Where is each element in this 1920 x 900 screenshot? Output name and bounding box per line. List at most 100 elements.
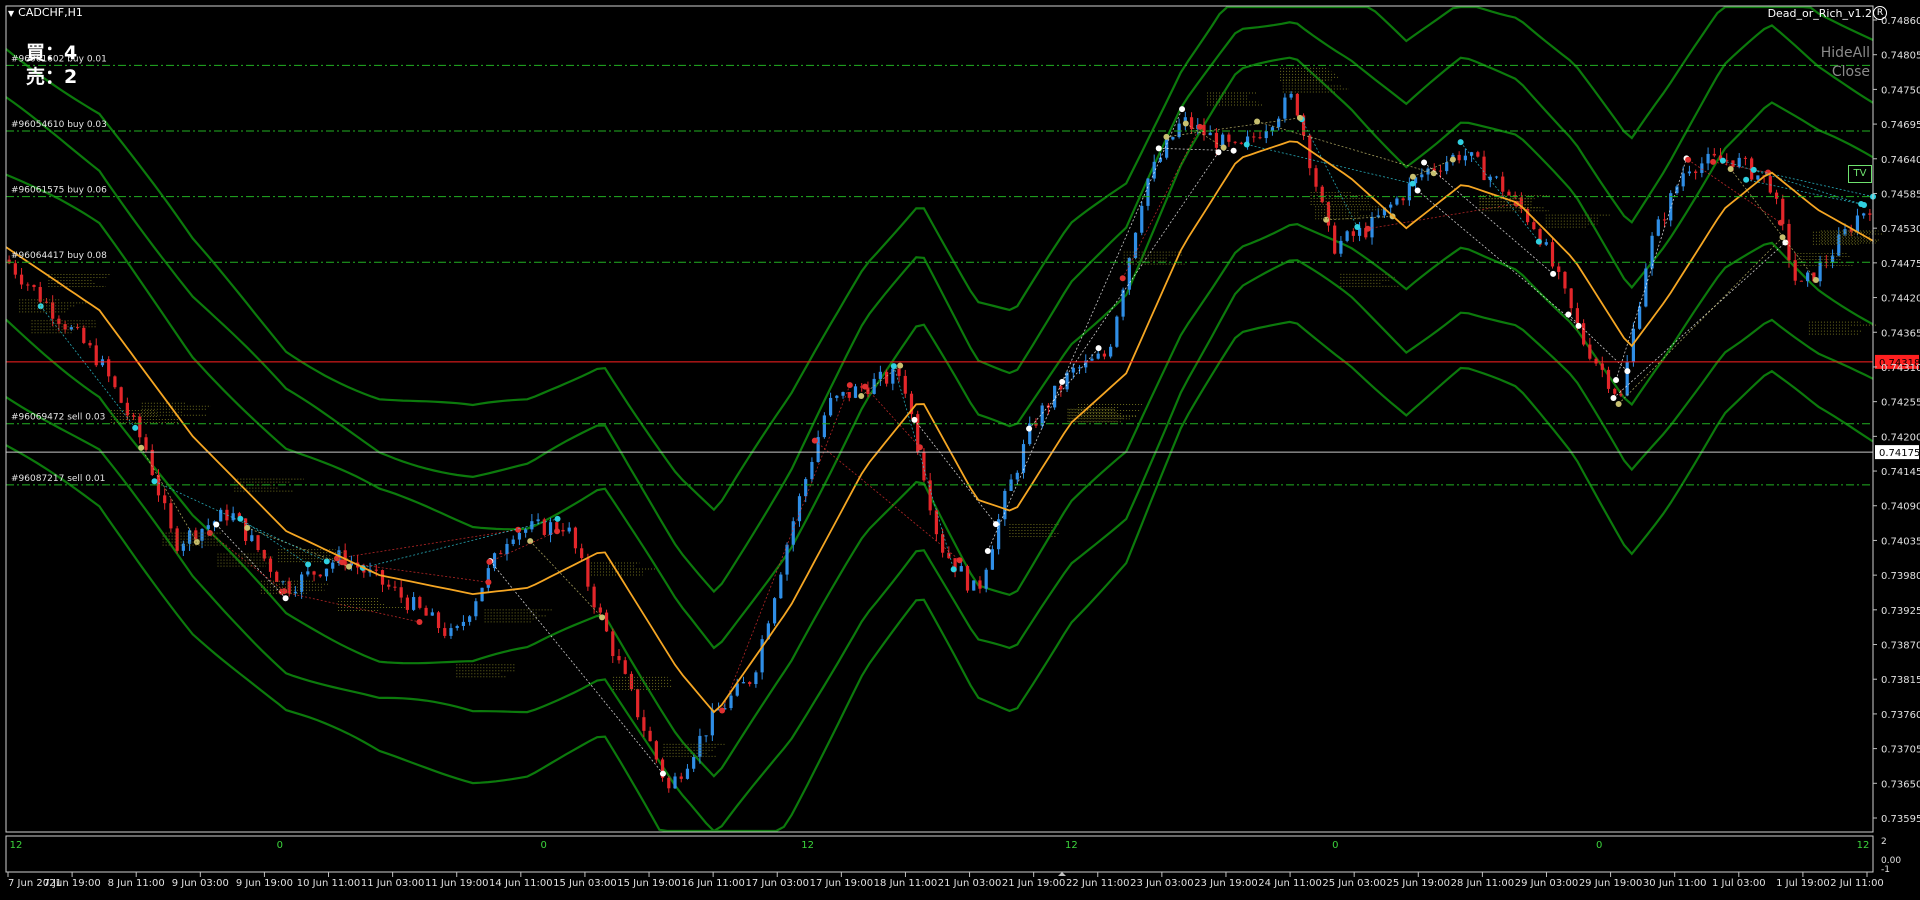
trade-marker bbox=[282, 595, 289, 602]
trade-connector bbox=[1256, 121, 1434, 174]
trade-marker bbox=[599, 614, 606, 621]
price-tick-label: 0.73595 bbox=[1881, 814, 1920, 825]
candle-body bbox=[1588, 344, 1592, 359]
candle-body bbox=[853, 386, 858, 398]
trade-marker bbox=[554, 528, 561, 535]
candle-body bbox=[1482, 156, 1486, 181]
ea-status-icon[interactable]: R bbox=[1873, 6, 1887, 20]
time-tick-label: 1 Jul 19:00 bbox=[1776, 878, 1830, 889]
trade-connector bbox=[489, 530, 558, 563]
candle-body bbox=[1550, 242, 1555, 267]
time-tick-label: 29 Jun 19:00 bbox=[1579, 878, 1643, 889]
candle-body bbox=[785, 544, 789, 575]
time-tick-label: 23 Jun 03:00 bbox=[1130, 878, 1194, 889]
trade-marker bbox=[1750, 166, 1757, 173]
trade-marker bbox=[846, 382, 853, 389]
band-lower-1 bbox=[5, 222, 1874, 778]
price-tick-label: 0.74200 bbox=[1881, 432, 1920, 443]
candle-body bbox=[1420, 174, 1424, 178]
price-tick-label: 0.74365 bbox=[1881, 328, 1920, 339]
main-frame bbox=[5, 5, 1874, 833]
candle-body bbox=[1438, 170, 1443, 172]
order-lines[interactable]: #96061602 buy 0.01#96054610 buy 0.03#960… bbox=[6, 54, 1920, 486]
candle-body bbox=[443, 628, 447, 636]
candle-body bbox=[754, 672, 758, 685]
trade-marker bbox=[1220, 144, 1227, 151]
trade-marker bbox=[339, 559, 346, 566]
trade-marker bbox=[416, 618, 423, 625]
trade-marker bbox=[1182, 120, 1189, 127]
price-tick-label: 0.74475 bbox=[1881, 259, 1920, 270]
subwindow-label: 12 bbox=[1065, 840, 1078, 851]
trade-connector bbox=[529, 540, 603, 618]
candle-body bbox=[1376, 215, 1380, 217]
subwindow-tick-label: 2 bbox=[1881, 837, 1887, 847]
candle-body bbox=[972, 580, 976, 591]
candle-body bbox=[1320, 186, 1324, 203]
candle-body bbox=[1289, 93, 1293, 98]
candle-body bbox=[318, 574, 322, 577]
trade-marker bbox=[1449, 156, 1456, 163]
candle-body bbox=[32, 284, 36, 288]
candle-body bbox=[499, 553, 503, 555]
hide-all-button[interactable]: HideAll bbox=[1821, 45, 1870, 61]
trade-marker bbox=[1196, 123, 1203, 130]
candle-body bbox=[1345, 231, 1349, 241]
trade-marker bbox=[213, 521, 220, 528]
candle-body bbox=[667, 777, 671, 789]
candle-body bbox=[268, 558, 273, 572]
trade-marker bbox=[950, 566, 957, 573]
candle-body bbox=[1264, 131, 1268, 139]
chart-canvas[interactable]: #96061602 buy 0.01#96054610 buy 0.03#960… bbox=[0, 0, 1920, 900]
candle-body bbox=[984, 569, 988, 589]
trade-marker bbox=[485, 579, 492, 586]
candle-body bbox=[623, 660, 627, 674]
trade-marker bbox=[1119, 275, 1126, 282]
menu-triangle-icon[interactable]: ▼ bbox=[8, 9, 14, 18]
candle-body bbox=[1333, 225, 1337, 254]
candle-body bbox=[885, 371, 889, 384]
candle-body bbox=[169, 503, 173, 529]
candle-body bbox=[1003, 490, 1007, 520]
price-tick-label: 0.74310 bbox=[1881, 363, 1920, 374]
candle-body bbox=[797, 496, 802, 522]
trade-marker bbox=[911, 416, 918, 423]
candle-body bbox=[1395, 198, 1399, 205]
time-tick-label: 14 Jun 11:00 bbox=[489, 878, 553, 889]
trade-connector bbox=[814, 440, 960, 561]
candle-body bbox=[281, 581, 285, 583]
candle-body bbox=[492, 553, 497, 569]
trade-lines bbox=[19, 67, 1885, 777]
time-tick-label: 15 Jun 03:00 bbox=[553, 878, 617, 889]
trade-marker bbox=[1743, 176, 1750, 183]
trade-marker bbox=[554, 515, 561, 522]
ea-name: Dead_or_Rich_v1.2 bbox=[1767, 7, 1872, 20]
candle-body bbox=[822, 415, 826, 438]
candle-body bbox=[654, 741, 658, 760]
candle-body bbox=[119, 387, 123, 403]
tv-badge[interactable]: TV bbox=[1848, 165, 1872, 183]
candle-body bbox=[399, 587, 403, 598]
candle-body bbox=[617, 656, 621, 661]
candle-body bbox=[1258, 137, 1262, 139]
trade-marker bbox=[890, 363, 897, 370]
candle-body bbox=[1855, 215, 1860, 232]
candle-body bbox=[113, 376, 117, 388]
candle-body bbox=[517, 532, 522, 540]
close-button[interactable]: Close bbox=[1832, 64, 1870, 80]
candle-body bbox=[418, 597, 422, 608]
candle-body bbox=[835, 395, 839, 398]
candle-body bbox=[934, 510, 938, 535]
price-tick-label: 0.74585 bbox=[1881, 189, 1920, 200]
price-tick-label: 0.74145 bbox=[1881, 467, 1920, 478]
candle-body bbox=[163, 495, 167, 504]
candle-body bbox=[1694, 171, 1698, 173]
candle-body bbox=[1563, 271, 1567, 289]
candle-body bbox=[511, 539, 515, 544]
trade-marker bbox=[1421, 159, 1428, 166]
trade-marker bbox=[1575, 322, 1582, 329]
time-tick-label: 2 Jul 11:00 bbox=[1830, 878, 1884, 889]
candle-body bbox=[1214, 132, 1219, 148]
price-tick-label: 0.74860 bbox=[1881, 16, 1920, 27]
candle-body bbox=[1071, 367, 1075, 373]
